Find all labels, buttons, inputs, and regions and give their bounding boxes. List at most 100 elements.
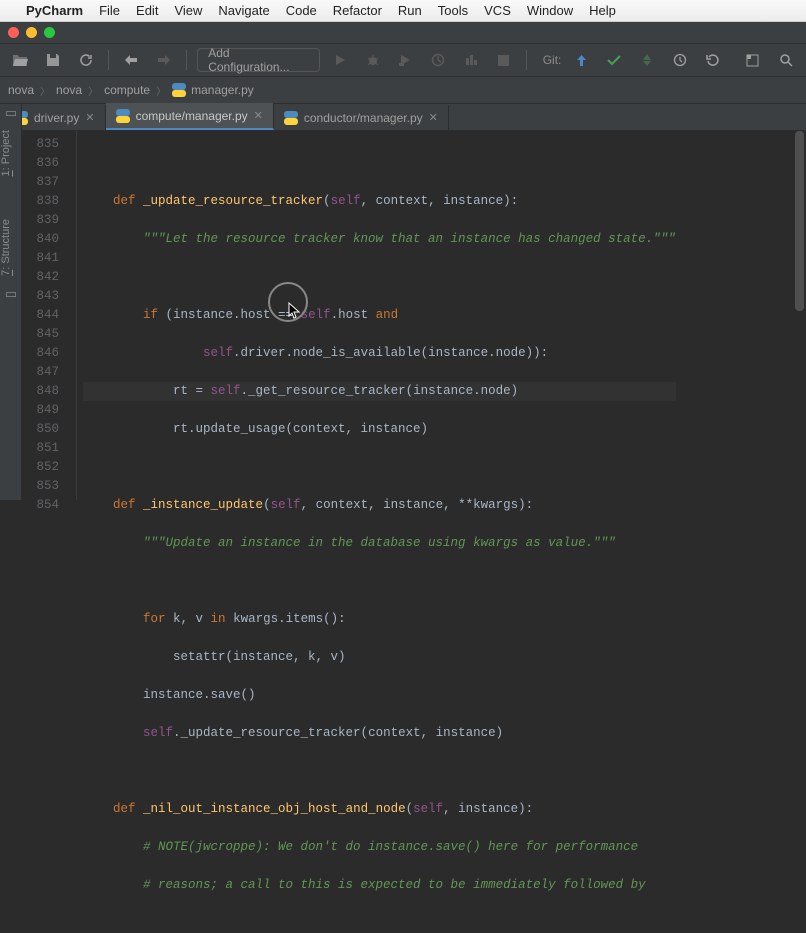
code-line: rt.update_usage(context, instance)	[83, 420, 676, 439]
code-line: """Let the resource tracker know that an…	[83, 230, 676, 249]
line-number[interactable]: 852	[22, 458, 59, 477]
debug-button[interactable]	[360, 48, 385, 72]
line-number[interactable]: 836	[22, 154, 59, 173]
menu-refactor[interactable]: Refactor	[333, 3, 382, 18]
close-icon[interactable]: ✕	[85, 111, 94, 124]
traffic-close-button[interactable]	[8, 27, 19, 38]
layout-icon[interactable]: ▭	[0, 104, 22, 122]
line-number[interactable]: 854	[22, 496, 59, 515]
code-line: def _instance_update(self, context, inst…	[83, 496, 676, 515]
tab-label: driver.py	[34, 111, 79, 125]
breadcrumb: nova 〉 nova 〉 compute 〉 manager.py	[0, 77, 806, 104]
menu-view[interactable]: View	[174, 3, 202, 18]
chevron-right-icon: 〉	[40, 83, 50, 98]
line-number[interactable]: 846	[22, 344, 59, 363]
concurrency-button[interactable]	[458, 48, 483, 72]
python-file-icon	[172, 83, 186, 97]
stop-button[interactable]	[491, 48, 516, 72]
layout-icon[interactable]: ▭	[0, 285, 22, 303]
code-line: rt = self._get_resource_tracker(instance…	[83, 382, 676, 401]
line-number[interactable]: 848	[22, 382, 59, 401]
git-commit-button[interactable]	[602, 48, 627, 72]
breadcrumb-item[interactable]: nova	[8, 83, 34, 97]
open-button[interactable]	[8, 48, 33, 72]
line-number[interactable]: 841	[22, 249, 59, 268]
run-button[interactable]	[328, 48, 353, 72]
line-number[interactable]: 844	[22, 306, 59, 325]
line-number[interactable]: 840	[22, 230, 59, 249]
breadcrumb-item[interactable]: nova	[56, 83, 82, 97]
code-line: # reasons; a call to this is expected to…	[83, 876, 676, 895]
line-number[interactable]: 853	[22, 477, 59, 496]
code-line: if (instance.host == self.host and	[83, 306, 676, 325]
menu-edit[interactable]: Edit	[136, 3, 158, 18]
line-number[interactable]: 839	[22, 211, 59, 230]
line-number[interactable]: 851	[22, 439, 59, 458]
structure-tool-button[interactable]: 7: Structure	[0, 213, 12, 282]
editor-gutter[interactable]: 8358368378388398408418428438448458468478…	[22, 131, 67, 500]
code-line: def _update_resource_tracker(self, conte…	[83, 192, 676, 211]
editor-tabstrip: driver.py ✕ compute/manager.py ✕ conduct…	[0, 104, 806, 131]
code-line	[83, 572, 676, 591]
main-toolbar: Add Configuration... Git:	[0, 44, 806, 77]
save-button[interactable]	[41, 48, 66, 72]
run-coverage-button[interactable]	[393, 48, 418, 72]
menu-window[interactable]: Window	[527, 3, 573, 18]
app-name[interactable]: PyCharm	[26, 3, 83, 18]
git-revert-button[interactable]	[700, 48, 725, 72]
close-icon[interactable]: ✕	[254, 109, 263, 122]
chevron-right-icon: 〉	[156, 83, 166, 98]
code-editor[interactable]: 8358368378388398408418428438448458468478…	[22, 131, 806, 500]
line-number[interactable]: 842	[22, 268, 59, 287]
close-icon[interactable]: ✕	[429, 111, 438, 124]
code-content[interactable]: def _update_resource_tracker(self, conte…	[67, 131, 676, 500]
traffic-minimize-button[interactable]	[26, 27, 37, 38]
code-line: def _nil_out_instance_obj_host_and_node(…	[83, 800, 676, 819]
menu-vcs[interactable]: VCS	[484, 3, 511, 18]
left-tool-strip: ▭ 1: Project 7: Structure ▭	[0, 104, 22, 500]
editor-tab[interactable]: conductor/manager.py ✕	[274, 105, 449, 130]
scrollbar-thumb[interactable]	[795, 131, 804, 311]
code-line: setattr(instance, k, v)	[83, 648, 676, 667]
git-label: Git:	[543, 53, 562, 67]
menu-tools[interactable]: Tools	[438, 3, 468, 18]
git-update-button[interactable]	[569, 48, 594, 72]
window-titlebar	[0, 22, 806, 44]
breadcrumb-item[interactable]: manager.py	[172, 83, 254, 97]
menu-navigate[interactable]: Navigate	[218, 3, 269, 18]
code-line: self._update_resource_tracker(context, i…	[83, 724, 676, 743]
menu-help[interactable]: Help	[589, 3, 616, 18]
nav-forward-button[interactable]	[152, 48, 177, 72]
menu-file[interactable]: File	[99, 3, 120, 18]
breadcrumb-item[interactable]: compute	[104, 83, 150, 97]
code-line: for k, v in kwargs.items():	[83, 610, 676, 629]
code-line	[83, 268, 676, 287]
tab-label: conductor/manager.py	[304, 111, 423, 125]
line-number[interactable]: 847	[22, 363, 59, 382]
menu-run[interactable]: Run	[398, 3, 422, 18]
line-number[interactable]: 850	[22, 420, 59, 439]
project-tool-button[interactable]: 1: Project	[0, 124, 12, 183]
menu-code[interactable]: Code	[286, 3, 317, 18]
python-file-icon	[284, 111, 298, 125]
macos-menubar: PyCharm File Edit View Navigate Code Ref…	[0, 0, 806, 22]
run-config-selector[interactable]: Add Configuration...	[197, 48, 320, 72]
code-line: # NOTE(jwcroppe): We don't do instance.s…	[83, 838, 676, 857]
editor-tab[interactable]: compute/manager.py ✕	[106, 103, 274, 130]
line-number[interactable]: 843	[22, 287, 59, 306]
git-compare-button[interactable]	[635, 48, 660, 72]
line-number[interactable]: 835	[22, 135, 59, 154]
traffic-zoom-button[interactable]	[44, 27, 55, 38]
git-history-button[interactable]	[667, 48, 692, 72]
line-number[interactable]: 849	[22, 401, 59, 420]
nav-back-button[interactable]	[119, 48, 144, 72]
refresh-button[interactable]	[73, 48, 98, 72]
run-config-label: Add Configuration...	[208, 46, 309, 74]
line-number[interactable]: 837	[22, 173, 59, 192]
search-everywhere-button[interactable]	[773, 48, 798, 72]
code-line: instance.save()	[83, 686, 676, 705]
ide-settings-icon[interactable]	[741, 48, 766, 72]
line-number[interactable]: 838	[22, 192, 59, 211]
profile-button[interactable]	[426, 48, 451, 72]
line-number[interactable]: 845	[22, 325, 59, 344]
